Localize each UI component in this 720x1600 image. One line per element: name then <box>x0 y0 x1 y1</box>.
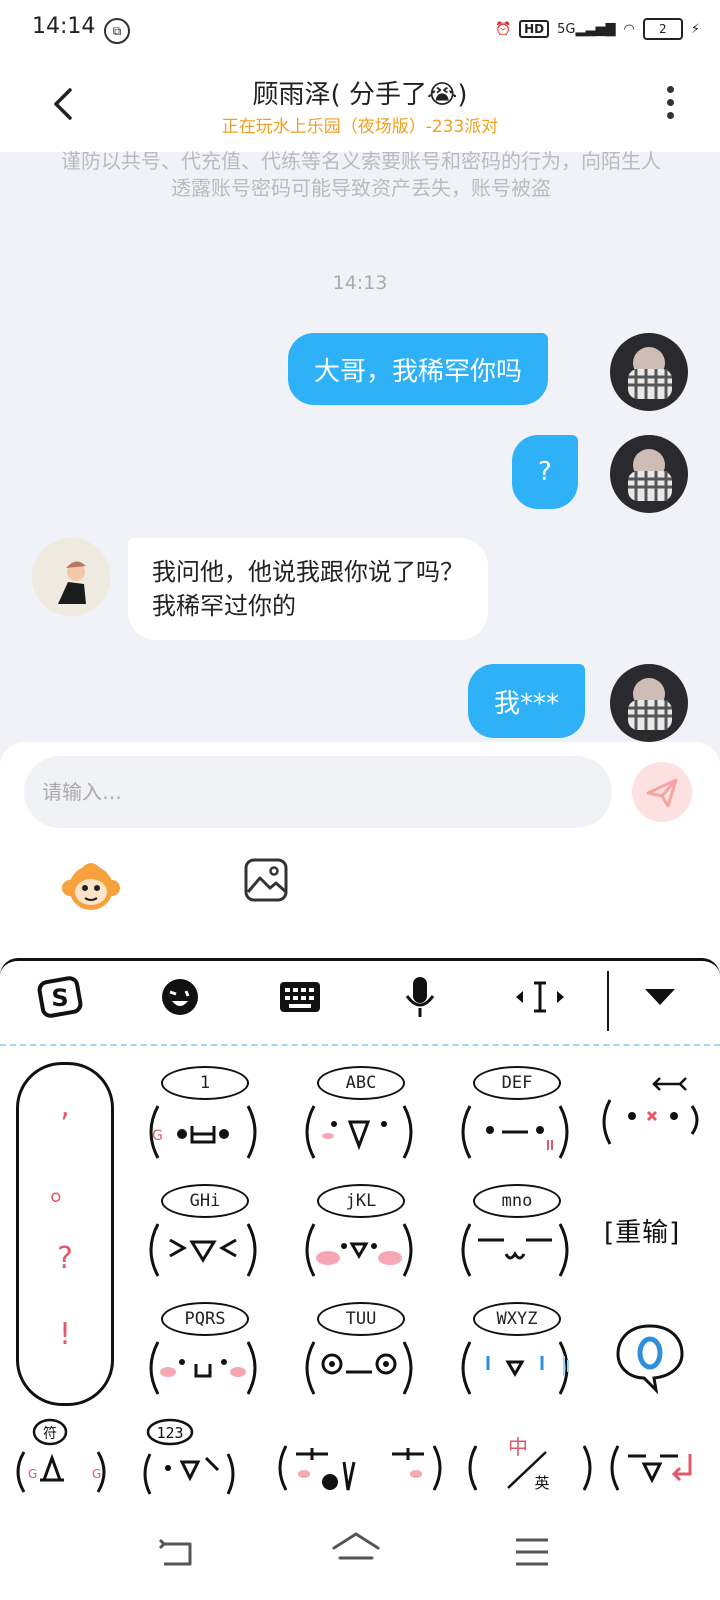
exclaim-key[interactable]: ! <box>19 1317 111 1352</box>
comma-key[interactable]: , <box>19 1089 111 1124</box>
my-avatar[interactable] <box>610 664 688 742</box>
collapse-keyboard-button[interactable] <box>600 961 720 1033</box>
image-button[interactable] <box>242 856 290 904</box>
key-ghi[interactable]: GHi <box>128 1176 278 1294</box>
key-def[interactable]: DEF <box>440 1058 590 1176</box>
status-icons: ⏰ HD 5G▂▃▅▇ ◠ 2 ⚡ <box>495 16 700 42</box>
svg-text:中: 中 <box>508 1435 528 1459</box>
wifi-icon: ◠ <box>623 21 635 37</box>
svg-text:英: 英 <box>534 1474 549 1492</box>
wink-face-icon <box>162 979 198 1015</box>
key-spacebar[interactable] <box>272 1418 448 1498</box>
chevron-down-icon <box>645 989 675 1005</box>
numbers-face-icon: 123 <box>143 1418 235 1495</box>
send-button[interactable] <box>632 762 692 822</box>
back-icon <box>158 1538 192 1566</box>
chat-title: 顾雨泽( 分手了😭) <box>252 80 468 110</box>
status-time: 14:14 <box>32 14 96 39</box>
key-space[interactable] <box>610 1316 690 1396</box>
lang-switch-icon: 中英 <box>468 1435 592 1492</box>
symbols-face-icon: 符 G G <box>16 1418 106 1493</box>
monkey-emoji-icon <box>62 863 120 910</box>
charging-icon: ⚡ <box>690 21 700 37</box>
microphone-icon <box>405 977 435 1017</box>
reinput-button[interactable]: [重输] <box>604 1212 680 1249</box>
spacebar-face-icon <box>278 1445 442 1491</box>
svg-text:S: S <box>51 984 68 1012</box>
alarm-icon: ⏰ <box>494 21 512 37</box>
kaomoji-face-icon <box>461 1341 569 1395</box>
speech-bubble-icon <box>616 1324 684 1395</box>
kaomoji-face-icon <box>461 1223 569 1277</box>
svg-text:G: G <box>152 1128 163 1144</box>
kaomoji-face-icon: G <box>149 1105 257 1159</box>
key-enter[interactable] <box>604 1418 710 1498</box>
kaomoji-face-icon <box>305 1105 413 1159</box>
battery-icon: 2 <box>642 18 683 40</box>
key-jkl[interactable]: jKL <box>284 1176 434 1294</box>
chat-header: 顾雨泽( 分手了😭) 正在玩水上乐园（夜场版）-233派对 <box>0 60 720 152</box>
message-bubble-sent[interactable]: 大哥，我稀罕你吗 <box>288 333 549 405</box>
message-bubble-received[interactable]: 我问他，他说我跟你说了吗？ 我稀罕过你的 <box>128 538 488 640</box>
backspace-face-icon <box>602 1077 699 1145</box>
message-input[interactable]: 请输入… <box>24 756 612 828</box>
key-backspace[interactable] <box>592 1058 720 1176</box>
kaomoji-face-icon <box>305 1341 413 1395</box>
key-numbers[interactable]: 123 <box>134 1418 244 1498</box>
key-mno[interactable]: mno <box>440 1176 590 1294</box>
security-notice: 谨防以共号、代充值、代练等名义索要账号和密码的行为，向陌生人透露账号密码可能导致… <box>61 149 661 200</box>
nav-home-button[interactable] <box>330 1528 382 1572</box>
signal-icon: 5G▂▃▅▇ <box>557 21 616 37</box>
question-key[interactable]: ? <box>19 1241 111 1276</box>
nav-menu-button[interactable] <box>512 1532 552 1572</box>
key-pqrs[interactable]: PQRS <box>128 1294 278 1412</box>
key-symbols[interactable]: 符 G G <box>10 1418 116 1498</box>
nav-back-button[interactable] <box>156 1532 200 1572</box>
message-bubble-sent[interactable]: 我*** <box>468 664 586 738</box>
system-nav-bar <box>0 1510 720 1600</box>
key-lang-switch[interactable]: 中英 <box>462 1418 598 1498</box>
menu-icon <box>516 1538 548 1566</box>
contact-avatar[interactable] <box>32 538 110 616</box>
send-icon <box>646 778 678 808</box>
period-key[interactable]: 。 <box>19 1165 111 1209</box>
input-panel: 请输入… <box>0 742 720 962</box>
svg-text:G: G <box>92 1467 101 1481</box>
status-bar: 14:14 ⧉ ⏰ HD 5G▂▃▅▇ ◠ 2 ⚡ <box>0 0 720 60</box>
home-icon <box>332 1532 380 1560</box>
image-icon <box>244 858 288 902</box>
svg-text:123: 123 <box>156 1424 183 1442</box>
sogou-logo-button[interactable]: S <box>0 961 120 1033</box>
keyboard-layout-button[interactable] <box>240 961 360 1033</box>
notification-icon: ⧉ <box>104 18 130 44</box>
enter-face-icon <box>610 1445 692 1491</box>
emoji-monkey-button[interactable] <box>60 854 122 916</box>
hd-icon: HD <box>519 20 550 38</box>
key-tuv[interactable]: TUU <box>284 1294 434 1412</box>
keyboard-icon <box>280 982 320 1012</box>
my-avatar[interactable] <box>610 435 688 513</box>
key-1[interactable]: 1 G <box>128 1058 278 1176</box>
message-timestamp: 14:13 <box>332 272 388 294</box>
chat-subtitle[interactable]: 正在玩水上乐园（夜场版）-233派对 <box>0 112 720 137</box>
message-bubble-sent[interactable]: ? <box>512 435 578 509</box>
toolbar-separator <box>0 1044 720 1046</box>
kaomoji-face-icon <box>149 1341 257 1395</box>
key-wxyz[interactable]: WXYZ <box>440 1294 590 1412</box>
svg-text:G: G <box>28 1467 37 1481</box>
cursor-icon <box>516 981 564 1013</box>
kaomoji-face-icon <box>461 1105 569 1159</box>
cursor-move-button[interactable] <box>480 961 600 1033</box>
kaomoji-face-icon <box>305 1223 413 1277</box>
svg-text:符: 符 <box>43 1426 57 1442</box>
emoji-toolbar-button[interactable] <box>120 961 240 1033</box>
voice-input-button[interactable] <box>360 961 480 1033</box>
my-avatar[interactable] <box>610 333 688 411</box>
punctuation-key[interactable]: , 。 ? ! <box>16 1062 114 1406</box>
kaomoji-face-icon <box>149 1223 257 1277</box>
more-button[interactable] <box>660 86 680 126</box>
key-abc[interactable]: ABC <box>284 1058 434 1176</box>
sogou-icon: S <box>37 976 83 1018</box>
